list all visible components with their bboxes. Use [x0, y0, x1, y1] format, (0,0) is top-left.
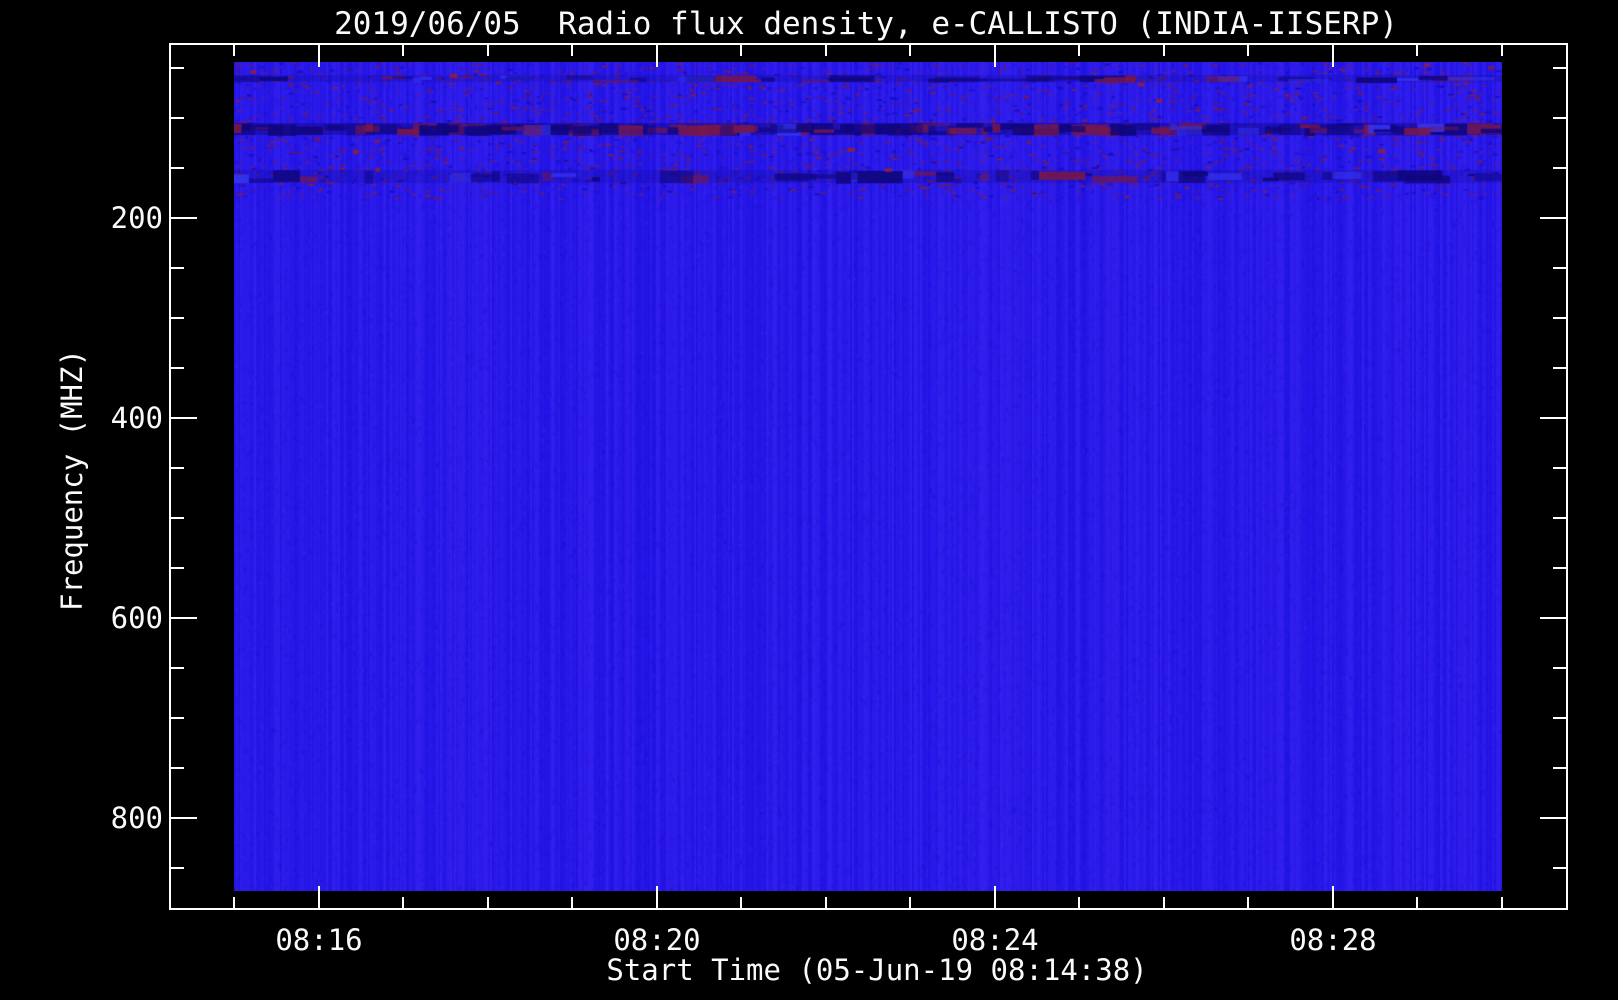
- x-tick-top: [1163, 45, 1165, 56]
- x-tick-bottom: [318, 886, 320, 908]
- x-tick-bottom: [1247, 897, 1249, 908]
- y-tick-right: [1553, 317, 1566, 319]
- x-tick-bottom: [1078, 897, 1080, 908]
- x-tick-label: 08:16: [275, 923, 362, 957]
- y-tick-right: [1553, 767, 1566, 769]
- y-tick-right: [1553, 167, 1566, 169]
- x-tick-bottom: [233, 897, 235, 908]
- x-tick-label: 08:28: [1289, 923, 1376, 957]
- plot-frame: [169, 43, 1568, 910]
- y-tick-right: [1553, 667, 1566, 669]
- y-tick-left: [171, 467, 184, 469]
- y-tick-left: [171, 417, 197, 419]
- x-tick-top: [318, 45, 320, 67]
- x-tick-label: 08:20: [613, 923, 700, 957]
- y-tick-right: [1553, 567, 1566, 569]
- y-tick-label: 600: [88, 601, 163, 635]
- y-tick-left: [171, 567, 184, 569]
- y-tick-right: [1553, 267, 1566, 269]
- x-tick-bottom: [571, 897, 573, 908]
- x-tick-bottom: [487, 897, 489, 908]
- x-tick-bottom: [656, 886, 658, 908]
- y-tick-right: [1553, 467, 1566, 469]
- y-tick-right: [1553, 367, 1566, 369]
- x-tick-bottom: [1332, 886, 1334, 908]
- y-tick-right: [1553, 717, 1566, 719]
- y-tick-right: [1540, 417, 1566, 419]
- x-tick-bottom: [1501, 897, 1503, 908]
- x-tick-top: [909, 45, 911, 56]
- y-tick-left: [171, 717, 184, 719]
- x-tick-bottom: [402, 897, 404, 908]
- x-tick-top: [1416, 45, 1418, 56]
- y-tick-right: [1553, 67, 1566, 69]
- x-tick-bottom: [740, 897, 742, 908]
- x-tick-top: [994, 45, 996, 67]
- y-tick-right: [1540, 817, 1566, 819]
- y-tick-right: [1553, 117, 1566, 119]
- spectrogram-page: 2019/06/05 Radio flux density, e-CALLIST…: [0, 0, 1618, 1000]
- y-tick-left: [171, 867, 184, 869]
- chart-title: 2019/06/05 Radio flux density, e-CALLIST…: [334, 6, 1398, 42]
- y-tick-label: 200: [88, 201, 163, 235]
- x-tick-bottom: [994, 886, 996, 908]
- x-tick-top: [1247, 45, 1249, 56]
- y-tick-right: [1540, 617, 1566, 619]
- y-tick-label: 800: [88, 801, 163, 835]
- x-tick-top: [402, 45, 404, 56]
- x-tick-label: 08:24: [951, 923, 1038, 957]
- y-tick-left: [171, 367, 184, 369]
- y-tick-left: [171, 817, 197, 819]
- y-tick-left: [171, 767, 184, 769]
- x-tick-top: [1501, 45, 1503, 56]
- y-tick-left: [171, 267, 184, 269]
- y-axis-title: Frequency (MHZ): [55, 349, 89, 611]
- y-tick-right: [1553, 517, 1566, 519]
- y-tick-left: [171, 217, 197, 219]
- x-tick-top: [1332, 45, 1334, 67]
- y-tick-left: [171, 667, 184, 669]
- y-tick-right: [1553, 867, 1566, 869]
- y-tick-left: [171, 617, 197, 619]
- y-tick-left: [171, 317, 184, 319]
- x-tick-bottom: [825, 897, 827, 908]
- x-tick-top: [656, 45, 658, 67]
- x-axis-title: Start Time (05-Jun-19 08:14:38): [606, 953, 1147, 987]
- x-tick-top: [1078, 45, 1080, 56]
- x-tick-top: [487, 45, 489, 56]
- y-tick-right: [1540, 217, 1566, 219]
- x-tick-bottom: [1416, 897, 1418, 908]
- x-tick-top: [740, 45, 742, 56]
- y-tick-left: [171, 167, 184, 169]
- x-tick-top: [233, 45, 235, 56]
- x-tick-top: [825, 45, 827, 56]
- y-tick-left: [171, 67, 184, 69]
- x-tick-top: [571, 45, 573, 56]
- y-tick-label: 400: [88, 401, 163, 435]
- x-tick-bottom: [909, 897, 911, 908]
- y-tick-left: [171, 517, 184, 519]
- y-tick-left: [171, 117, 184, 119]
- x-tick-bottom: [1163, 897, 1165, 908]
